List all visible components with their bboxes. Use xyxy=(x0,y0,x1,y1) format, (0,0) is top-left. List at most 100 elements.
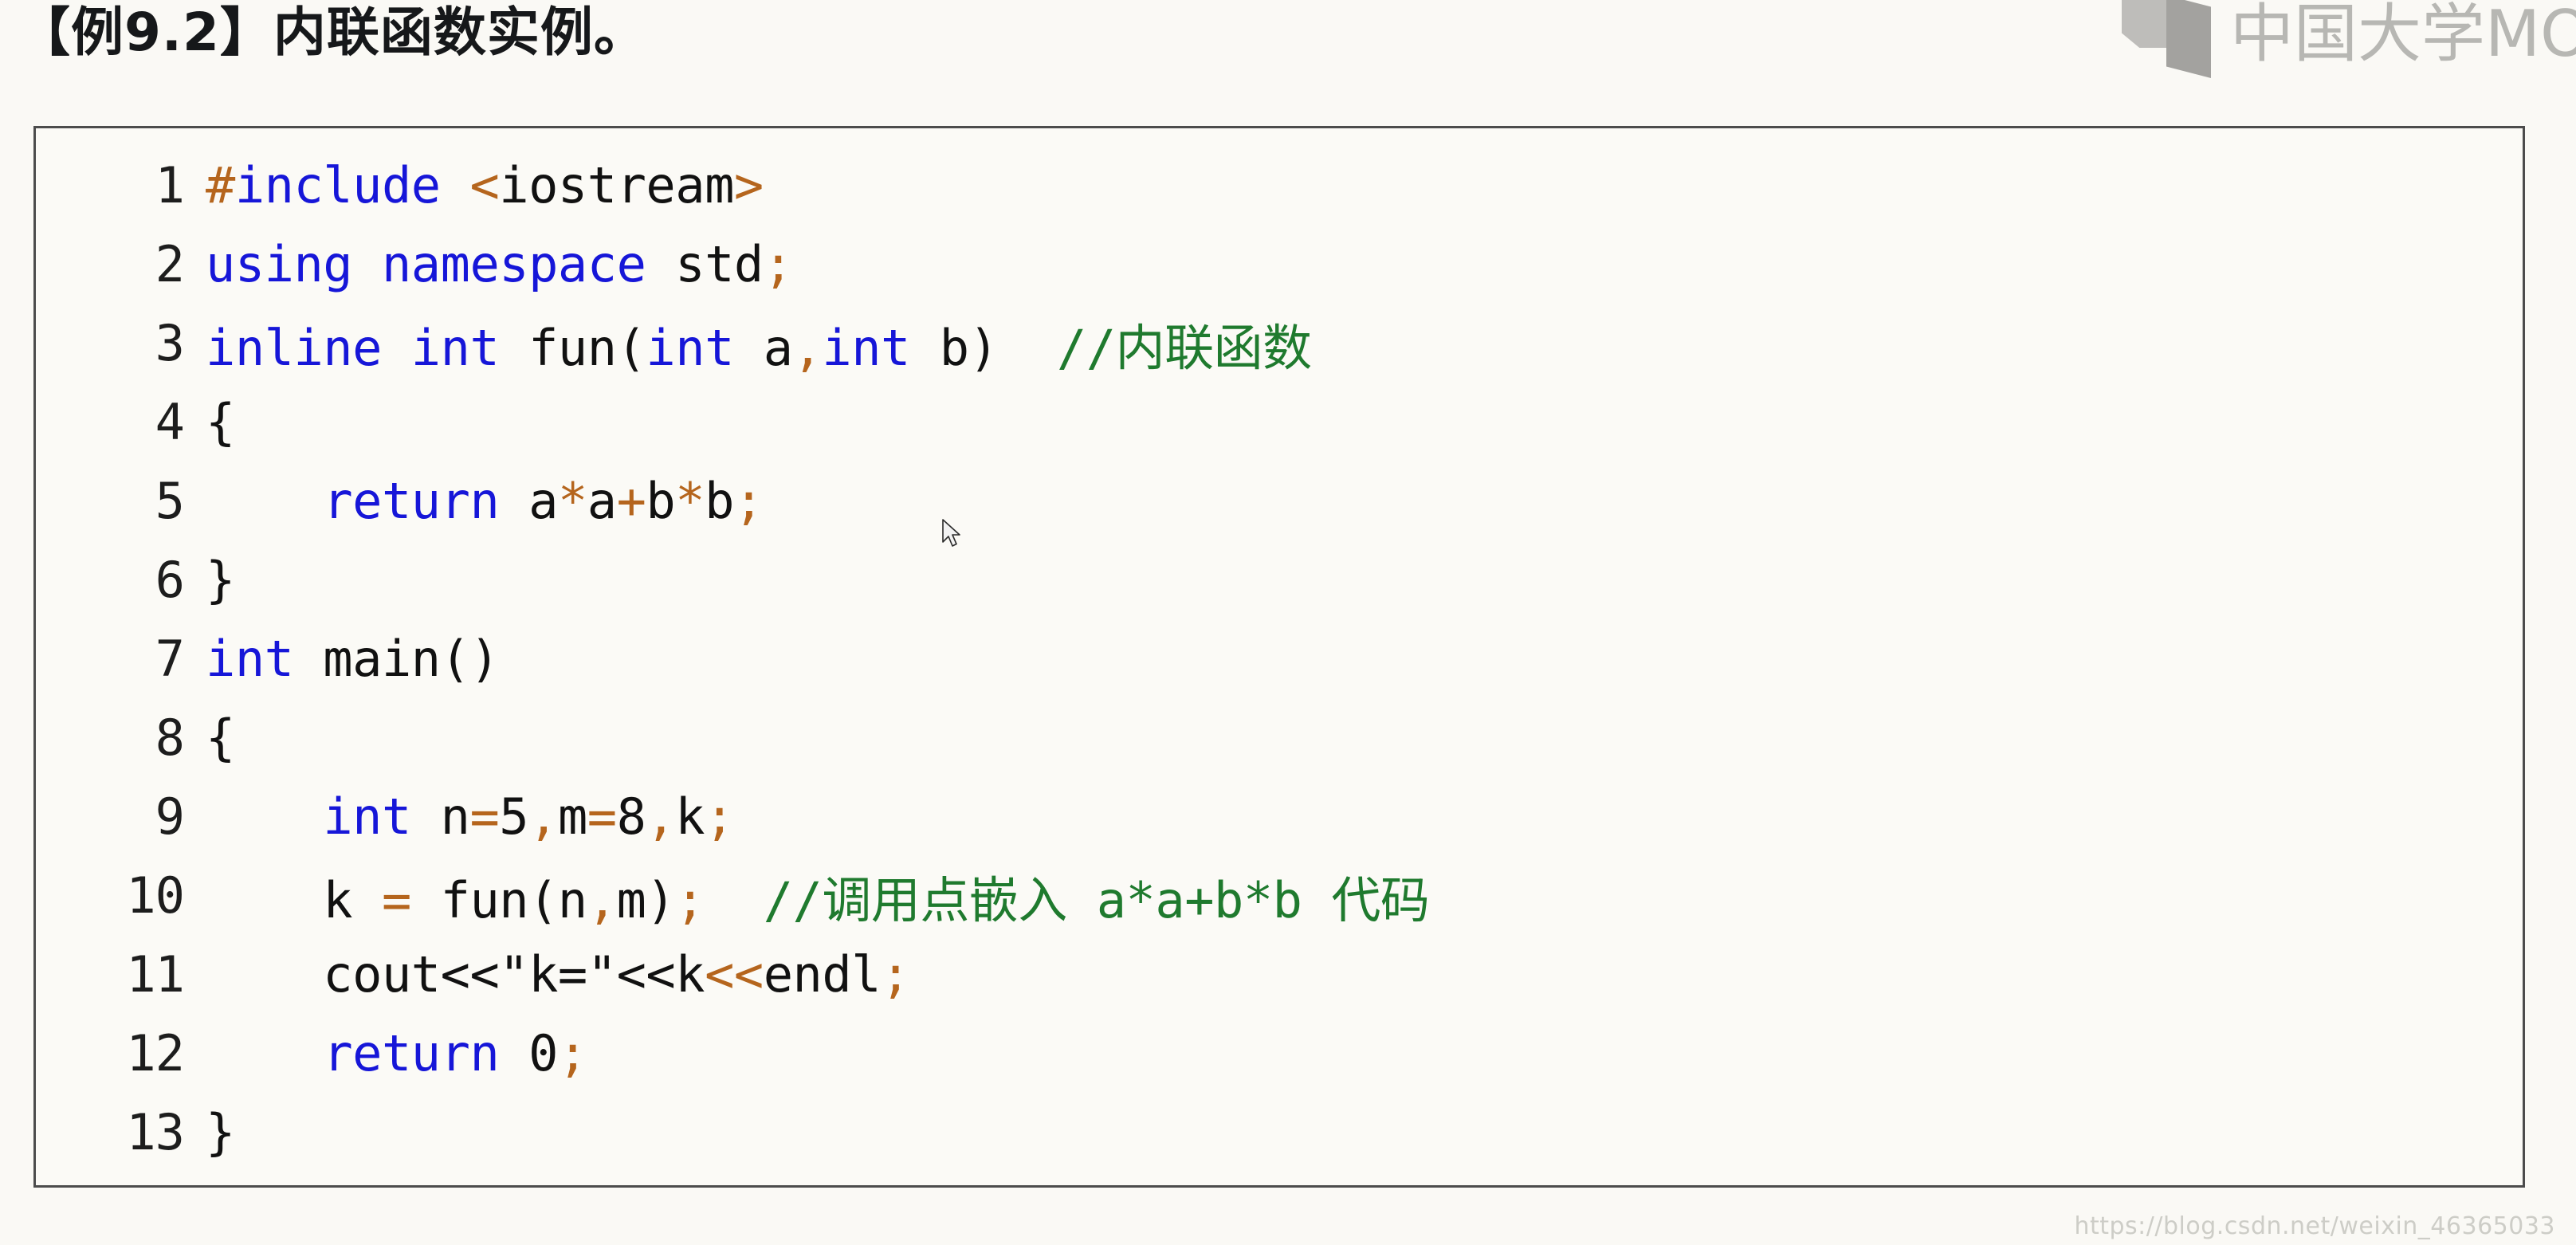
brand-watermark-label: 中国大学MO xyxy=(2230,0,2576,71)
code-line: 2 using namespace std; xyxy=(36,225,2523,304)
code-token-cmt: //调用点嵌入 a*a+b*b 代码 xyxy=(763,870,1430,929)
code-token-cmt: //内联函数 xyxy=(1057,318,1312,377)
code-token-kw: int xyxy=(646,318,734,377)
line-number: 2 xyxy=(155,235,185,293)
line-number: 11 xyxy=(126,945,185,1003)
code-token-str: "k=" xyxy=(499,945,617,1003)
code-token-plain: <<k xyxy=(616,945,705,1003)
code-token-kw: return xyxy=(323,1024,500,1082)
code-line: 13} xyxy=(36,1093,2523,1172)
code-token-op: * xyxy=(675,472,705,530)
code-line: 7 int main() xyxy=(36,619,2523,698)
line-number: 9 xyxy=(155,787,185,846)
code-token-op: ; xyxy=(557,1024,587,1082)
code-token-pre: > xyxy=(733,156,764,214)
code-token-pre: # xyxy=(206,156,235,214)
code-block: 1 #include <iostream> 2 using namespace std… xyxy=(33,126,2525,1188)
code-token-kw: inline int xyxy=(206,318,500,377)
code-lines-table: 1 #include <iostream> 2 using namespace std… xyxy=(36,146,2523,1172)
code-line: 8{ xyxy=(36,698,2523,777)
code-token-op: , xyxy=(528,787,558,846)
code-line-content: } xyxy=(205,540,2523,619)
code-line: 9 int n=5,m=8,k; xyxy=(36,777,2523,856)
brand-watermark: 中国大学MO xyxy=(2122,0,2576,78)
code-line-content: { xyxy=(205,698,2523,777)
code-token-op: , xyxy=(792,318,823,377)
code-line-content: return a*a+b*b; xyxy=(205,461,2523,540)
line-number: 8 xyxy=(155,709,185,767)
code-token-op: = xyxy=(587,787,617,846)
code-token-op: , xyxy=(646,787,676,846)
line-number: 7 xyxy=(155,630,185,688)
code-token-op: * xyxy=(557,472,587,530)
code-token-kw: int xyxy=(822,318,910,377)
code-token-plain: a xyxy=(499,472,558,530)
code-token-plain: m xyxy=(557,787,587,846)
code-token-plain: 0 xyxy=(499,1024,558,1082)
line-number: 13 xyxy=(126,1103,185,1161)
code-token-plain: 5 xyxy=(499,787,529,846)
line-number: 6 xyxy=(155,551,185,609)
line-number: 3 xyxy=(155,314,185,372)
code-token-kw: include xyxy=(234,156,441,214)
code-line-content: k = fun(n,m); //调用点嵌入 a*a+b*b 代码 xyxy=(205,856,2523,935)
code-line: 12 return 0; xyxy=(36,1014,2523,1093)
code-token-plain: std xyxy=(675,235,764,293)
code-line-content: int n=5,m=8,k; xyxy=(205,777,2523,856)
code-token-plain: k xyxy=(206,870,382,929)
code-token-plain: fun(n xyxy=(410,870,588,929)
code-token-op: + xyxy=(616,472,646,530)
code-token-op: ; xyxy=(733,472,764,530)
source-url-watermark: https://blog.csdn.net/weixin_46365033 xyxy=(2074,1212,2555,1240)
code-token-kw: int xyxy=(323,787,411,846)
code-line-content: #include <iostream> xyxy=(205,146,2523,225)
code-token-op: ; xyxy=(705,787,734,846)
code-token-kw: using namespace xyxy=(206,235,646,293)
code-line: 6} xyxy=(36,540,2523,619)
page-title: 【例9.2】内联函数实例。 xyxy=(18,2,647,63)
line-number: 12 xyxy=(126,1024,185,1082)
code-token-op: ; xyxy=(881,945,910,1003)
code-line-content: cout<<"k="<<k<<endl; xyxy=(205,935,2523,1014)
code-token-plain: n xyxy=(410,787,470,846)
code-token-plain: a xyxy=(587,472,617,530)
code-token-plain: b xyxy=(646,472,676,530)
line-number: 5 xyxy=(155,472,185,530)
code-token-kw: return xyxy=(323,472,500,530)
code-line-content: using namespace std; xyxy=(205,225,2523,304)
line-number: 4 xyxy=(155,393,185,451)
code-line: 10 k = fun(n,m); //调用点嵌入 a*a+b*b 代码 xyxy=(36,856,2523,935)
code-token-op: , xyxy=(587,870,617,929)
code-token-kw: int xyxy=(206,630,294,688)
code-line-content: inline int fun(int a,int b) //内联函数 xyxy=(205,304,2523,383)
code-line: 1 #include <iostream> xyxy=(36,146,2523,225)
code-token-plain: b xyxy=(705,472,734,530)
code-token-plain: iostream xyxy=(499,156,734,214)
code-token-plain: { xyxy=(206,709,235,767)
mooc-logo-icon xyxy=(2122,0,2216,78)
code-token-pre: < xyxy=(469,156,500,214)
line-number: 10 xyxy=(126,866,185,925)
line-number: 1 xyxy=(155,156,185,214)
code-token-plain: { xyxy=(206,393,235,451)
code-token-op: << xyxy=(705,945,764,1003)
code-token-plain: endl xyxy=(763,945,882,1003)
code-token-op: ; xyxy=(763,235,793,293)
code-line-content: { xyxy=(205,383,2523,461)
code-token-plain: main() xyxy=(293,630,500,688)
code-token-plain: } xyxy=(206,551,235,609)
code-line: 3 inline int fun(int a,int b) //内联函数 xyxy=(36,304,2523,383)
code-token-plain: fun( xyxy=(528,318,646,377)
code-token-op: ; xyxy=(675,870,705,929)
code-line: 4{ xyxy=(36,383,2523,461)
code-token-op: = xyxy=(381,870,411,929)
code-lines-body: 1 #include <iostream> 2 using namespace std… xyxy=(36,146,2523,1172)
code-line-content: int main() xyxy=(205,619,2523,698)
code-token-plain: } xyxy=(206,1103,235,1161)
code-token-plain: cout<< xyxy=(206,945,500,1003)
